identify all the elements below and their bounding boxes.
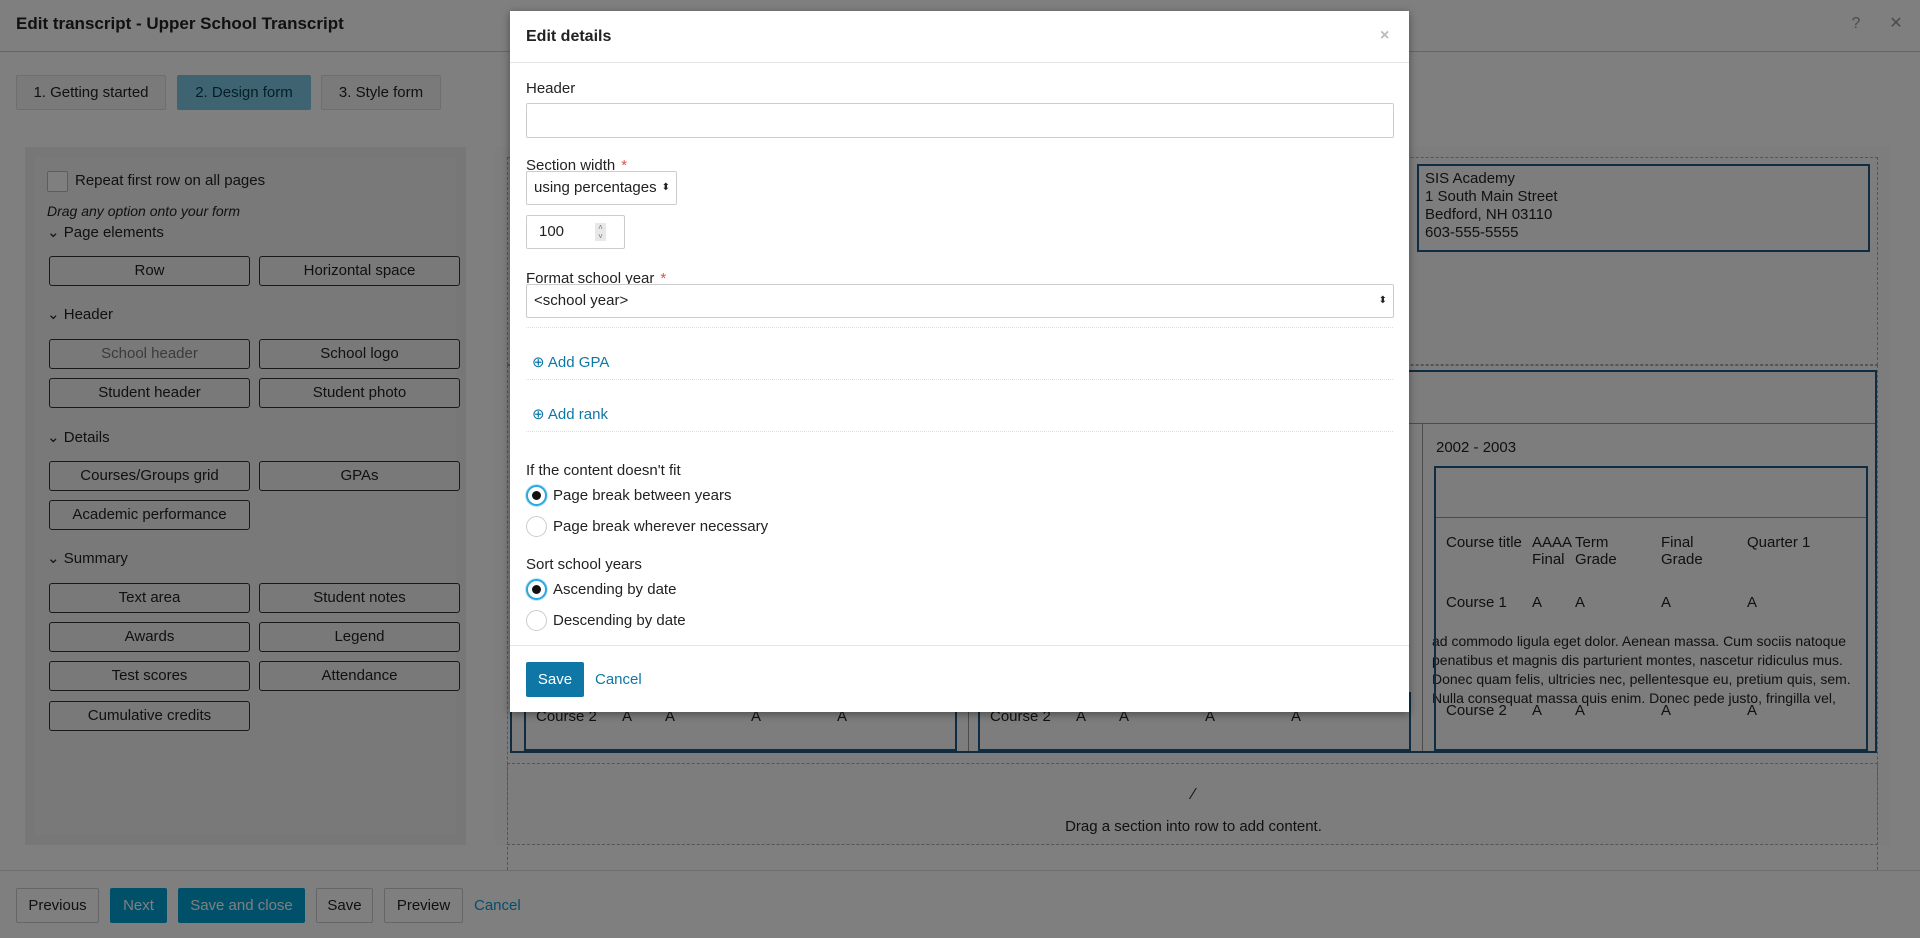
section-width-input[interactable]: 100 ˄ ˅	[526, 215, 625, 249]
section-width-unit-select[interactable]: using percentages ⬍	[526, 171, 677, 205]
select-arrows-icon: ⬍	[1378, 295, 1387, 306]
radio-label: Page break between years	[553, 487, 732, 504]
edit-details-dialog: Edit details × Header Section width * usi…	[510, 11, 1409, 712]
content-fit-label: If the content doesn't fit	[526, 462, 681, 479]
radio-label: Descending by date	[553, 612, 686, 629]
plus-circle-icon: ⊕	[532, 354, 545, 371]
divider	[526, 379, 1393, 380]
ascending-by-date-radio[interactable]	[526, 579, 547, 600]
sort-school-years-label: Sort school years	[526, 556, 642, 573]
page-break-between-years-radio[interactable]	[526, 485, 547, 506]
radio-label: Ascending by date	[553, 581, 677, 598]
dialog-header: Edit details ×	[510, 11, 1409, 63]
add-rank-link[interactable]: ⊕ Add rank	[532, 405, 608, 423]
header-label: Header	[526, 80, 576, 97]
header-input[interactable]	[526, 103, 1394, 138]
plus-circle-icon: ⊕	[532, 406, 545, 423]
dialog-cancel-link[interactable]: Cancel	[595, 671, 642, 688]
radio-label: Page break wherever necessary	[553, 518, 769, 535]
dialog-footer-divider	[510, 645, 1409, 646]
page-break-wherever-radio[interactable]	[526, 516, 547, 537]
format-school-year-select[interactable]: <school year> ⬍	[526, 284, 1394, 318]
close-icon[interactable]: ×	[1380, 27, 1389, 45]
select-arrows-icon: ⬍	[661, 182, 670, 193]
descending-by-date-radio[interactable]	[526, 610, 547, 631]
add-gpa-link[interactable]: ⊕ Add GPA	[532, 353, 609, 371]
dialog-save-button[interactable]: Save	[526, 662, 584, 697]
stepper-icon[interactable]: ˄ ˅	[595, 223, 606, 241]
dialog-title: Edit details	[526, 28, 612, 45]
divider	[526, 327, 1393, 328]
divider	[526, 431, 1393, 432]
